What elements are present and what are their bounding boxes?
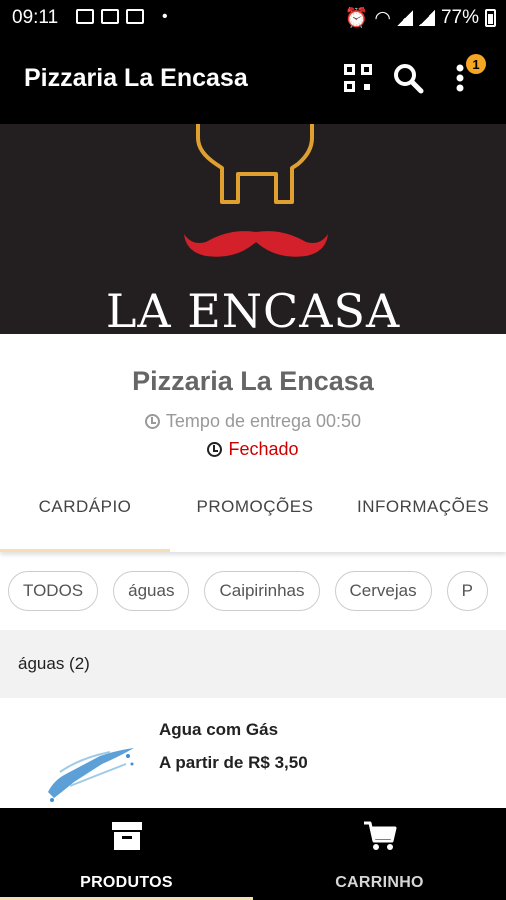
app-title: Pizzaria La Encasa xyxy=(24,64,248,92)
category-chip-caipirinhas[interactable]: Caipirinhas xyxy=(204,571,320,611)
section-header: águas (2) xyxy=(0,630,506,698)
open-status-text: Fechado xyxy=(228,439,299,459)
battery-icon xyxy=(485,9,496,27)
more-notifications-dot-icon: • xyxy=(162,8,168,25)
tab-promocoes[interactable]: PROMOÇÕES xyxy=(170,462,340,552)
qr-code-button[interactable] xyxy=(340,60,376,96)
category-chip-cervejas[interactable]: Cervejas xyxy=(334,571,432,611)
signal-icon xyxy=(396,10,413,26)
tab-informacoes[interactable]: INFORMAÇÕES xyxy=(340,462,506,552)
status-bar: 09:11 • ⏰ ◠ 77% xyxy=(0,0,506,36)
menu-button[interactable]: 1 xyxy=(442,54,486,96)
status-notification-icons xyxy=(76,9,144,24)
category-filter-bar: TODOS águas Caipirinhas Cervejas P xyxy=(8,571,488,611)
tab-cardapio[interactable]: CARDÁPIO xyxy=(0,462,170,552)
delivery-time-text: Tempo de entrega 00:50 xyxy=(165,411,362,431)
more-vertical-icon xyxy=(456,64,464,92)
qr-code-icon xyxy=(344,64,372,92)
nav-carrinho[interactable]: CARRINHO xyxy=(253,808,506,900)
section-title: águas (2) xyxy=(18,654,90,673)
clock-icon xyxy=(144,414,160,429)
water-splash-image xyxy=(48,748,134,802)
app-notification-icon xyxy=(126,9,144,24)
shopping-cart-icon xyxy=(362,820,398,852)
banner-logo-text: LA ENCASA xyxy=(105,284,401,338)
product-item[interactable]: Agua com Gás A partir de R$ 3,50 xyxy=(0,698,506,808)
nav-produtos[interactable]: PRODUTOS xyxy=(0,808,253,900)
app-bar: Pizzaria La Encasa 1 xyxy=(0,36,506,124)
search-button[interactable] xyxy=(390,60,426,96)
category-chip-aguas[interactable]: águas xyxy=(113,571,190,611)
archive-box-icon xyxy=(109,820,145,852)
tab-label: CARDÁPIO xyxy=(38,497,132,516)
clock-icon xyxy=(207,442,223,457)
bottom-navigation: PRODUTOS CARRINHO xyxy=(0,808,506,900)
product-name: Agua com Gás xyxy=(159,720,279,739)
nav-label: CARRINHO xyxy=(335,874,424,891)
category-chip-todos[interactable]: TODOS xyxy=(8,571,99,611)
wifi-icon: ◠ xyxy=(374,7,391,29)
open-status: Fechado xyxy=(0,439,506,460)
search-icon xyxy=(394,64,424,94)
restaurant-name: Pizzaria La Encasa xyxy=(132,366,374,396)
product-price: A partir de R$ 3,50 xyxy=(159,753,308,772)
menu-tabs: CARDÁPIO PROMOÇÕES INFORMAÇÕES xyxy=(0,462,506,552)
category-chip-partial[interactable]: P xyxy=(446,571,488,611)
signal-icon-2 xyxy=(418,10,435,26)
notification-badge: 1 xyxy=(466,54,486,74)
tab-label: INFORMAÇÕES xyxy=(356,497,490,516)
image-notification-icon xyxy=(76,9,94,24)
laptop-notification-icon xyxy=(101,9,119,24)
delivery-time: Tempo de entrega 00:50 xyxy=(0,411,506,432)
battery-percent: 77% xyxy=(440,7,479,28)
alarm-icon: ⏰ xyxy=(344,8,369,29)
status-time: 09:11 xyxy=(12,7,59,28)
tab-label: PROMOÇÕES xyxy=(196,497,314,516)
nav-label: PRODUTOS xyxy=(80,874,173,891)
status-system-icons: ⏰ ◠ 77% xyxy=(345,6,496,30)
